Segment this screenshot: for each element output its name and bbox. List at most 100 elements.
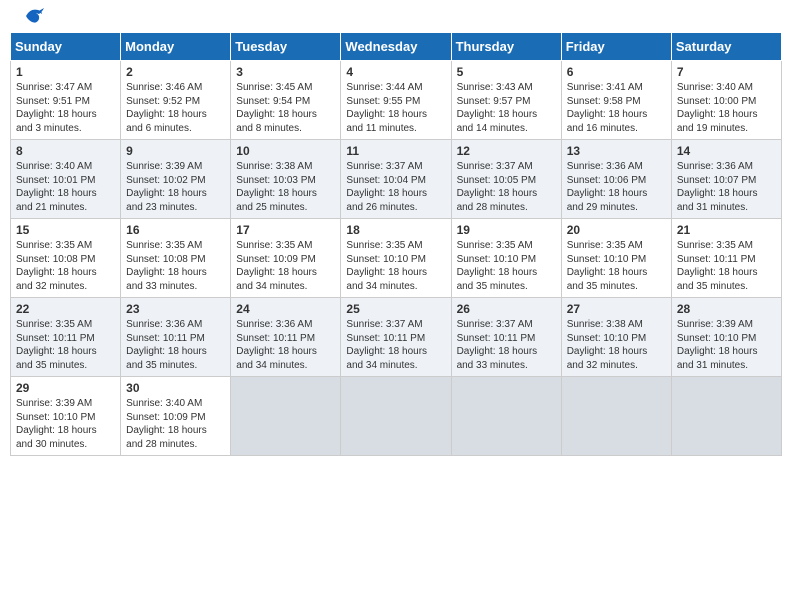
day-number: 10 (236, 144, 335, 158)
day-info: Sunrise: 3:47 AMSunset: 9:51 PMDaylight:… (16, 81, 115, 135)
day-header-wednesday: Wednesday (341, 33, 451, 61)
calendar-week-4: 22 Sunrise: 3:35 AMSunset: 10:11 PMDaylig… (11, 298, 782, 377)
calendar-week-2: 8Sunrise: 3:40 AMSunset: 10:01 PMDayligh… (11, 140, 782, 219)
day-info: Sunrise: 3:38 AMSunset: 10:03 PMDaylight… (236, 160, 335, 214)
day-info: Sunrise: 3:36 AMSunset: 10:11 PMDaylight… (126, 318, 225, 372)
day-info: Sunrise: 3:39 AMSunset: 10:10 PMDaylight… (16, 397, 115, 451)
calendar-cell: 4 Sunrise: 3:44 AMSunset: 9:55 PMDaylight… (341, 61, 451, 140)
calendar-cell: 13 Sunrise: 3:36 AMSunset: 10:06 PMDaylig… (561, 140, 671, 219)
day-number: 18 (346, 223, 445, 237)
calendar-cell: 10 Sunrise: 3:38 AMSunset: 10:03 PMDaylig… (231, 140, 341, 219)
day-number: 26 (457, 302, 556, 316)
day-number: 22 (16, 302, 115, 316)
calendar-cell: 6 Sunrise: 3:41 AMSunset: 9:58 PMDaylight… (561, 61, 671, 140)
day-number: 27 (567, 302, 666, 316)
calendar-cell (231, 377, 341, 456)
calendar-cell: 9 Sunrise: 3:39 AMSunset: 10:02 PMDayligh… (121, 140, 231, 219)
calendar-cell: 22 Sunrise: 3:35 AMSunset: 10:11 PMDaylig… (11, 298, 121, 377)
day-info: Sunrise: 3:44 AMSunset: 9:55 PMDaylight:… (346, 81, 445, 135)
calendar-cell: 20Sunrise: 3:35 AMSunset: 10:10 PMDaylig… (561, 219, 671, 298)
day-info: Sunrise: 3:36 AMSunset: 10:07 PMDaylight… (677, 160, 776, 214)
calendar-cell: 7Sunrise: 3:40 AMSunset: 10:00 PMDayligh… (671, 61, 781, 140)
logo (18, 10, 44, 26)
day-number: 7 (677, 65, 776, 79)
calendar-cell: 25 Sunrise: 3:37 AMSunset: 10:11 PMDaylig… (341, 298, 451, 377)
calendar-week-1: 1 Sunrise: 3:47 AMSunset: 9:51 PMDaylight… (11, 61, 782, 140)
calendar-cell: 28Sunrise: 3:39 AMSunset: 10:10 PMDaylig… (671, 298, 781, 377)
calendar-cell: 2Sunrise: 3:46 AMSunset: 9:52 PMDaylight… (121, 61, 231, 140)
day-number: 4 (346, 65, 445, 79)
day-number: 14 (677, 144, 776, 158)
day-number: 16 (126, 223, 225, 237)
day-number: 29 (16, 381, 115, 395)
day-info: Sunrise: 3:39 AMSunset: 10:10 PMDaylight… (677, 318, 776, 372)
calendar-cell: 14 Sunrise: 3:36 AMSunset: 10:07 PMDaylig… (671, 140, 781, 219)
calendar-cell: 3Sunrise: 3:45 AMSunset: 9:54 PMDaylight… (231, 61, 341, 140)
calendar-cell (341, 377, 451, 456)
calendar-cell: 1 Sunrise: 3:47 AMSunset: 9:51 PMDaylight… (11, 61, 121, 140)
day-header-sunday: Sunday (11, 33, 121, 61)
day-info: Sunrise: 3:45 AMSunset: 9:54 PMDaylight:… (236, 81, 335, 135)
calendar-cell (451, 377, 561, 456)
day-info: Sunrise: 3:35 AMSunset: 10:08 PMDaylight… (126, 239, 225, 293)
calendar-cell: 12 Sunrise: 3:37 AMSunset: 10:05 PMDaylig… (451, 140, 561, 219)
day-info: Sunrise: 3:35 AMSunset: 10:10 PMDaylight… (457, 239, 556, 293)
day-number: 9 (126, 144, 225, 158)
day-number: 25 (346, 302, 445, 316)
day-number: 1 (16, 65, 115, 79)
calendar-body: 1 Sunrise: 3:47 AMSunset: 9:51 PMDaylight… (11, 61, 782, 456)
calendar-cell: 27 Sunrise: 3:38 AMSunset: 10:10 PMDaylig… (561, 298, 671, 377)
calendar-cell: 21 Sunrise: 3:35 AMSunset: 10:11 PMDaylig… (671, 219, 781, 298)
day-number: 21 (677, 223, 776, 237)
day-header-thursday: Thursday (451, 33, 561, 61)
day-number: 11 (346, 144, 445, 158)
day-info: Sunrise: 3:40 AMSunset: 10:09 PMDaylight… (126, 397, 225, 451)
calendar-cell: 11 Sunrise: 3:37 AMSunset: 10:04 PMDaylig… (341, 140, 451, 219)
day-info: Sunrise: 3:39 AMSunset: 10:02 PMDaylight… (126, 160, 225, 214)
calendar-cell: 18Sunrise: 3:35 AMSunset: 10:10 PMDaylig… (341, 219, 451, 298)
day-info: Sunrise: 3:41 AMSunset: 9:58 PMDaylight:… (567, 81, 666, 135)
calendar-cell (671, 377, 781, 456)
day-number: 2 (126, 65, 225, 79)
calendar-cell: 24 Sunrise: 3:36 AMSunset: 10:11 PMDaylig… (231, 298, 341, 377)
day-info: Sunrise: 3:37 AMSunset: 10:11 PMDaylight… (457, 318, 556, 372)
calendar-cell: 17 Sunrise: 3:35 AMSunset: 10:09 PMDaylig… (231, 219, 341, 298)
calendar-cell: 26 Sunrise: 3:37 AMSunset: 10:11 PMDaylig… (451, 298, 561, 377)
day-number: 12 (457, 144, 556, 158)
day-info: Sunrise: 3:37 AMSunset: 10:04 PMDaylight… (346, 160, 445, 214)
calendar-cell: 15 Sunrise: 3:35 AMSunset: 10:08 PMDaylig… (11, 219, 121, 298)
day-info: Sunrise: 3:38 AMSunset: 10:10 PMDaylight… (567, 318, 666, 372)
day-number: 23 (126, 302, 225, 316)
day-header-tuesday: Tuesday (231, 33, 341, 61)
calendar-week-3: 15 Sunrise: 3:35 AMSunset: 10:08 PMDaylig… (11, 219, 782, 298)
day-info: Sunrise: 3:37 AMSunset: 10:11 PMDaylight… (346, 318, 445, 372)
calendar-cell (561, 377, 671, 456)
day-number: 30 (126, 381, 225, 395)
day-number: 6 (567, 65, 666, 79)
calendar-cell: 30 Sunrise: 3:40 AMSunset: 10:09 PMDaylig… (121, 377, 231, 456)
calendar-cell: 16 Sunrise: 3:35 AMSunset: 10:08 PMDaylig… (121, 219, 231, 298)
bird-icon (22, 6, 44, 26)
day-number: 8 (16, 144, 115, 158)
day-number: 5 (457, 65, 556, 79)
calendar: SundayMondayTuesdayWednesdayThursdayFrid… (10, 32, 782, 456)
day-info: Sunrise: 3:37 AMSunset: 10:05 PMDaylight… (457, 160, 556, 214)
calendar-week-5: 29 Sunrise: 3:39 AMSunset: 10:10 PMDaylig… (11, 377, 782, 456)
header (10, 10, 782, 26)
day-info: Sunrise: 3:35 AMSunset: 10:08 PMDaylight… (16, 239, 115, 293)
day-number: 15 (16, 223, 115, 237)
day-info: Sunrise: 3:36 AMSunset: 10:06 PMDaylight… (567, 160, 666, 214)
day-info: Sunrise: 3:35 AMSunset: 10:11 PMDaylight… (677, 239, 776, 293)
day-number: 24 (236, 302, 335, 316)
day-info: Sunrise: 3:35 AMSunset: 10:09 PMDaylight… (236, 239, 335, 293)
calendar-cell: 23 Sunrise: 3:36 AMSunset: 10:11 PMDaylig… (121, 298, 231, 377)
day-number: 13 (567, 144, 666, 158)
day-number: 17 (236, 223, 335, 237)
calendar-cell: 19Sunrise: 3:35 AMSunset: 10:10 PMDaylig… (451, 219, 561, 298)
day-info: Sunrise: 3:35 AMSunset: 10:11 PMDaylight… (16, 318, 115, 372)
day-info: Sunrise: 3:36 AMSunset: 10:11 PMDaylight… (236, 318, 335, 372)
day-number: 20 (567, 223, 666, 237)
day-info: Sunrise: 3:43 AMSunset: 9:57 PMDaylight:… (457, 81, 556, 135)
day-header-saturday: Saturday (671, 33, 781, 61)
calendar-cell: 29 Sunrise: 3:39 AMSunset: 10:10 PMDaylig… (11, 377, 121, 456)
